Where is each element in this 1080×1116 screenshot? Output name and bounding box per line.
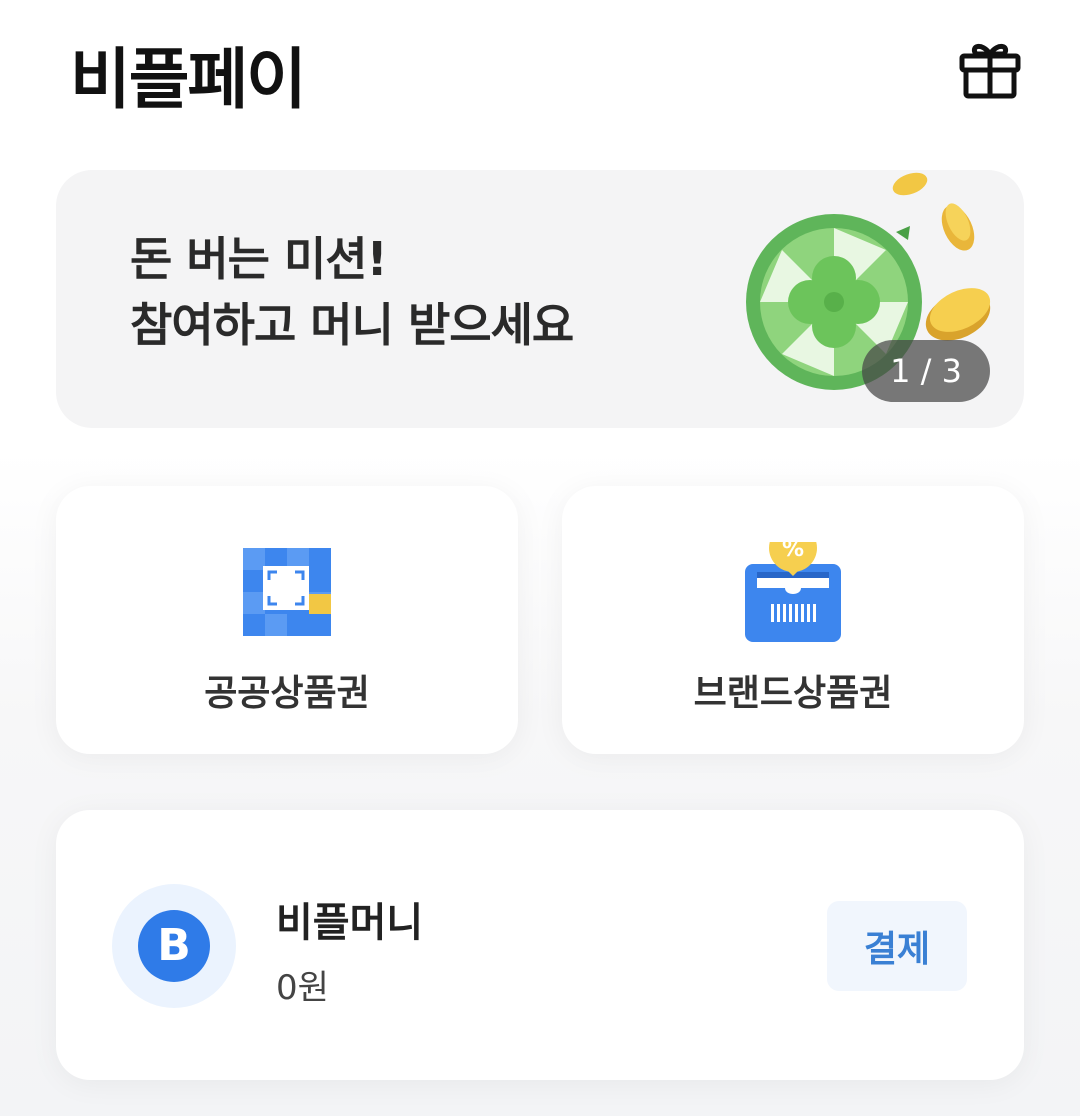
money-card: B 비플머니 0원 결제 <box>56 810 1024 1080</box>
banner-pager: 1 / 3 <box>862 340 990 402</box>
promo-banner[interactable]: 돈 버는 미션! 참여하고 머니 받으세요 1 / 3 <box>56 170 1024 428</box>
money-avatar: B <box>112 884 236 1008</box>
banner-line-1: 돈 버는 미션! <box>130 232 388 286</box>
money-name: 비플머니 <box>276 900 424 946</box>
brand-voucher-card[interactable]: % 브랜드상품권 <box>562 486 1024 754</box>
money-logo-icon: B <box>138 910 210 982</box>
pay-button[interactable]: 결제 <box>827 901 967 991</box>
svg-text:%: % <box>782 542 804 562</box>
qr-scan-icon <box>243 548 331 636</box>
public-voucher-card[interactable]: 공공상품권 <box>56 486 518 754</box>
gift-icon <box>959 44 1021 99</box>
brand-voucher-label: 브랜드상품권 <box>693 673 893 714</box>
gift-button[interactable] <box>952 32 1028 108</box>
money-balance: 0원 <box>276 968 329 1008</box>
public-voucher-label: 공공상품권 <box>204 673 370 714</box>
banner-line-2: 참여하고 머니 받으세요 <box>130 298 574 352</box>
header: 비플페이 <box>0 0 1080 140</box>
banner-text: 돈 버는 미션! 참여하고 머니 받으세요 <box>130 226 574 358</box>
page-title: 비플페이 <box>70 41 307 118</box>
coupon-barcode-icon: % <box>745 542 841 642</box>
